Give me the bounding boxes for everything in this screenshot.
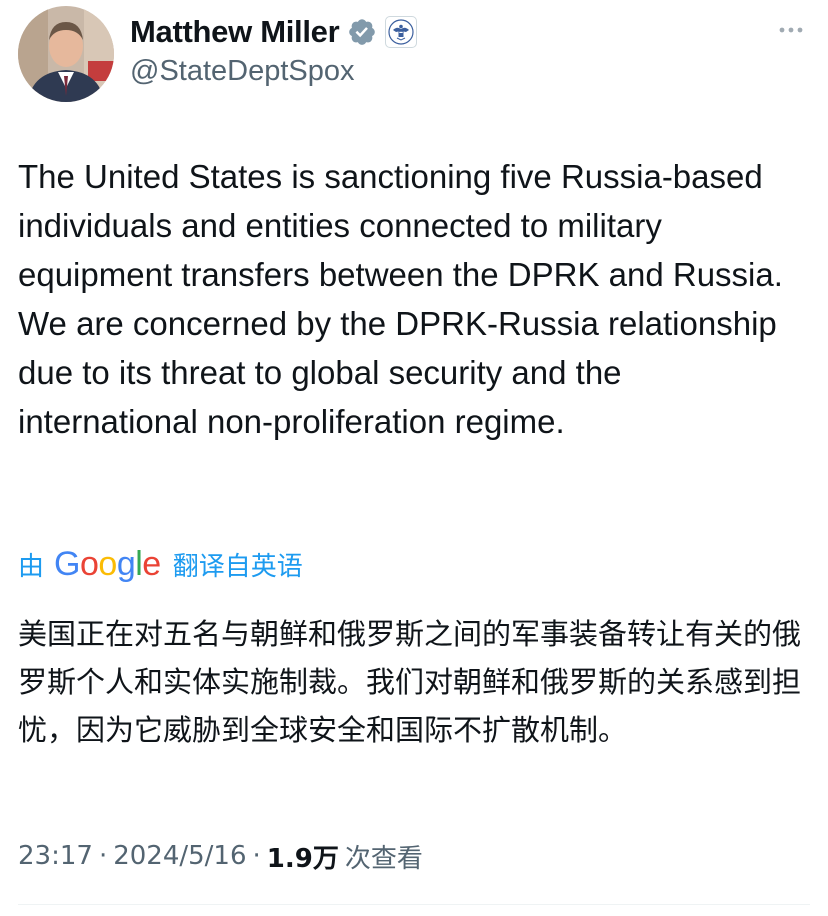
translated-text: 美国正在对五名与朝鲜和俄罗斯之间的军事装备转让有关的俄罗斯个人和实体实施制裁。我… xyxy=(18,617,802,747)
author-name-row: Matthew Miller xyxy=(130,12,418,52)
avatar-photo xyxy=(18,6,114,102)
tweet-meta: 23:17 · 2024/5/16 · 1.9万 次查看 xyxy=(18,836,423,876)
translated-by-label: 由 xyxy=(18,551,45,582)
translation-attribution[interactable]: 由 Google 翻译自英语 xyxy=(18,540,303,588)
separator-dot: · xyxy=(252,841,261,871)
more-options-icon[interactable] xyxy=(776,20,806,40)
separator-dot: · xyxy=(98,841,108,871)
verified-badge-icon[interactable] xyxy=(347,17,377,47)
author-handle[interactable]: @StateDeptSpox xyxy=(130,55,355,88)
divider xyxy=(18,904,810,905)
tweet-time[interactable]: 23:17 xyxy=(18,841,93,871)
google-logo: Google xyxy=(54,544,161,583)
us-state-department-seal-icon[interactable] xyxy=(385,16,418,48)
tweet-date[interactable]: 2024/5/16 xyxy=(113,841,246,871)
views-count: 1.9万 xyxy=(266,843,339,874)
author-display-name[interactable]: Matthew Miller xyxy=(130,14,340,50)
views-label: 次查看 xyxy=(344,843,423,874)
translated-from-label[interactable]: 翻译自英语 xyxy=(173,546,303,583)
avatar[interactable] xyxy=(18,6,114,102)
tweet-text: The United States is sanctioning five Ru… xyxy=(18,158,783,440)
